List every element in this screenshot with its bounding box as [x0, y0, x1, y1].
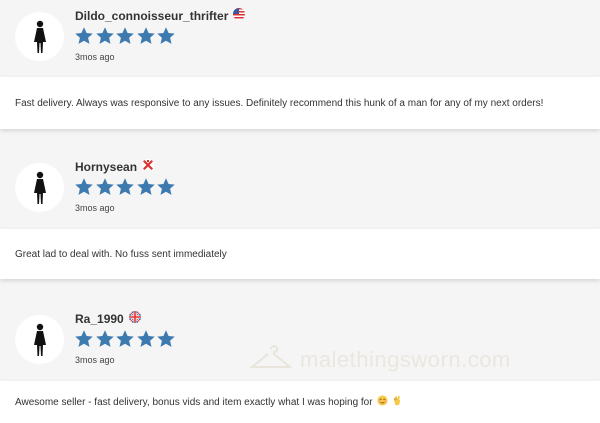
star-icon [116, 27, 134, 44]
reviewer-name[interactable]: Ra_1990 [75, 312, 124, 326]
avatar[interactable] [15, 163, 64, 212]
star-icon [136, 178, 155, 195]
star-icon [95, 27, 114, 44]
star-icon [95, 178, 114, 195]
avatar[interactable] [15, 12, 64, 61]
star-icon [95, 330, 114, 347]
female-silhouette-icon [33, 171, 46, 204]
review-header: Hornysean 3mos ago [0, 151, 600, 226]
watermark-text: malethingsworn.com [300, 347, 511, 372]
star-rating [74, 329, 177, 349]
review-text-content: Fast delivery. Always was responsive to … [15, 97, 544, 109]
site-watermark: malethingsworn.com [250, 345, 511, 375]
reviewer-name[interactable]: Hornysean [75, 160, 137, 174]
review-card: Dildo_connoisseur_thrifter 3mos ago Fast… [0, 0, 600, 129]
star-icon [75, 27, 93, 44]
review-header: Dildo_connoisseur_thrifter 3mos ago [0, 0, 600, 75]
star-icon [75, 178, 93, 195]
us-flag-icon [233, 8, 246, 23]
uk-flag-icon [128, 311, 141, 326]
jersey-flag-icon [142, 159, 155, 174]
female-silhouette-icon [33, 20, 46, 53]
star-icon [136, 27, 155, 44]
review-text: Great lad to deal with. No fuss sent imm… [0, 229, 600, 279]
reviewer-name[interactable]: Dildo_connoisseur_thrifter [75, 9, 228, 23]
avatar[interactable] [15, 315, 64, 364]
star-icon [157, 330, 175, 347]
female-silhouette-icon [33, 323, 46, 356]
review-text-content: Awesome seller - fast delivery, bonus vi… [15, 396, 373, 408]
reviewer-name-row: Ra_1990 [75, 311, 141, 326]
star-icon [116, 178, 134, 195]
review-time: 3mos ago [75, 52, 115, 62]
reviewer-name-row: Dildo_connoisseur_thrifter [75, 8, 246, 23]
ok-hand-emoji-icon [392, 395, 402, 409]
star-rating [74, 26, 177, 46]
review-text: Awesome seller - fast delivery, bonus vi… [0, 381, 600, 423]
review-text-content: Great lad to deal with. No fuss sent imm… [15, 248, 227, 260]
star-rating [74, 177, 177, 197]
star-icon [116, 330, 134, 347]
star-icon [75, 330, 93, 347]
review-card: Hornysean 3mos ago Great lad to deal wit… [0, 151, 600, 279]
review-time: 3mos ago [75, 355, 115, 365]
star-icon [136, 330, 155, 347]
star-icon [157, 178, 175, 195]
review-text: Fast delivery. Always was responsive to … [0, 77, 600, 129]
review-time: 3mos ago [75, 203, 115, 213]
reviewer-name-row: Hornysean [75, 159, 155, 174]
star-icon [157, 27, 175, 44]
hanger-logo-icon [250, 345, 292, 368]
relieved-face-emoji-icon [377, 395, 388, 409]
